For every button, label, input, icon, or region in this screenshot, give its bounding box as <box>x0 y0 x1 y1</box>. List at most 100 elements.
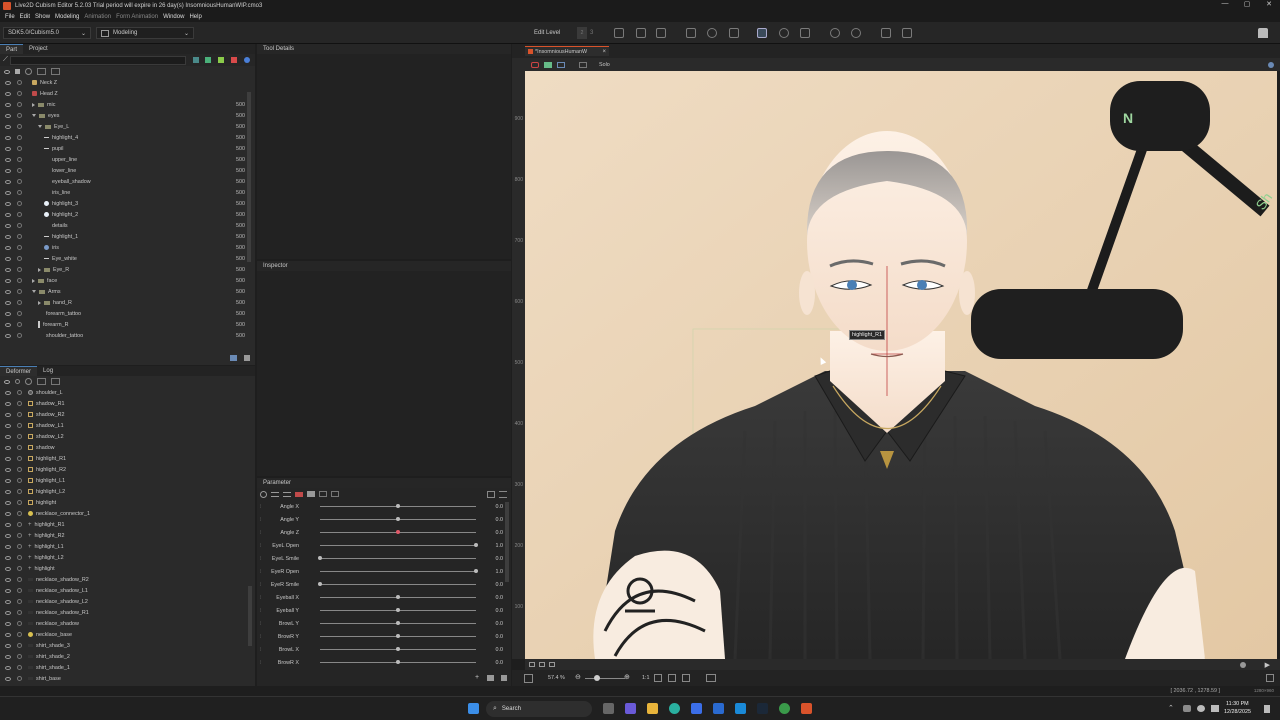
canvas-viewport[interactable]: N Sh highlight_R1 <box>525 71 1277 659</box>
lock-toggle-icon[interactable] <box>17 445 22 450</box>
param-handle-icon[interactable]: ⁞ <box>260 517 262 523</box>
lock-toggle-icon[interactable] <box>17 566 22 571</box>
menu-edit[interactable]: Edit <box>20 14 30 20</box>
lock-toggle-icon[interactable] <box>17 643 22 648</box>
file-explorer-icon[interactable] <box>647 703 658 714</box>
tray-app-icon[interactable] <box>1183 705 1191 712</box>
lock-toggle-icon[interactable] <box>17 256 22 261</box>
visibility-eye-icon[interactable] <box>5 223 11 228</box>
layout-icon[interactable] <box>1266 674 1274 682</box>
visibility-eye-icon[interactable] <box>5 544 11 549</box>
part-row[interactable]: Eye_L 500 <box>0 121 255 132</box>
part-row[interactable]: highlight_3 500 <box>0 198 255 209</box>
fit-icon[interactable] <box>654 674 662 682</box>
checker-icon[interactable] <box>524 674 533 683</box>
lock-toggle-icon[interactable] <box>17 676 22 681</box>
parameter-value[interactable]: 1.0 <box>496 569 504 575</box>
param-handle-icon[interactable]: ⁞ <box>260 569 262 575</box>
fit-width-icon[interactable] <box>668 674 676 682</box>
zoom-in-icon[interactable]: ⊕ <box>624 673 630 681</box>
list-outline-icon[interactable] <box>319 491 327 497</box>
lock-toggle-icon[interactable] <box>17 311 22 316</box>
parameter-slider[interactable] <box>320 584 476 585</box>
visibility-eye-icon[interactable] <box>5 456 11 461</box>
lock-toggle-icon[interactable] <box>17 489 22 494</box>
edge-icon[interactable] <box>669 703 680 714</box>
add-parameter-icon[interactable]: + <box>475 674 479 681</box>
menu-window[interactable]: Window <box>163 14 184 20</box>
deformer-row[interactable]: shadow_R2 <box>0 409 255 420</box>
part-row[interactable]: Head Z <box>0 88 255 99</box>
lock-toggle-icon[interactable] <box>17 135 22 140</box>
parameter-row[interactable]: ⁞ BrowR Y 0.0 <box>257 630 511 643</box>
visibility-eye-icon[interactable] <box>5 522 11 527</box>
parameter-value[interactable]: 0.0 <box>496 634 504 640</box>
part-scrollbar[interactable] <box>247 92 251 262</box>
param-copy-icon[interactable] <box>487 490 495 498</box>
menu-file[interactable]: File <box>5 14 15 20</box>
deformer-row[interactable]: highlight <box>0 497 255 508</box>
visibility-eye-icon[interactable] <box>5 610 11 615</box>
sort-icon[interactable] <box>37 68 46 75</box>
lock-toggle-icon[interactable] <box>17 654 22 659</box>
visibility-eye-icon[interactable] <box>5 478 11 483</box>
menu-form-animation[interactable]: Form Animation <box>116 14 158 20</box>
zoom-out-icon[interactable]: ⊖ <box>575 673 581 681</box>
part-row[interactable]: eyeball_shadow 500 <box>0 176 255 187</box>
lock-toggle-icon[interactable] <box>17 401 22 406</box>
lock-toggle-icon[interactable] <box>17 511 22 516</box>
visibility-eye-icon[interactable] <box>5 102 11 107</box>
screenshot-icon[interactable] <box>539 662 545 667</box>
lock-toggle-icon[interactable] <box>17 390 22 395</box>
deformer-row[interactable]: shirt_shade_1 <box>0 662 255 673</box>
sdk-select[interactable]: SDK5.0/Cubism5.0 ⌄ <box>3 27 91 39</box>
live2d-taskbar-icon[interactable] <box>801 703 812 714</box>
lock-toggle-icon[interactable] <box>17 245 22 250</box>
tree-icon[interactable] <box>51 378 60 385</box>
parameter-slider-knob[interactable] <box>318 582 322 586</box>
parameter-value[interactable]: 0.0 <box>496 504 504 510</box>
visibility-eye-icon[interactable] <box>5 91 11 96</box>
part-row[interactable]: lower_line 500 <box>0 165 255 176</box>
clock-time[interactable]: 11:30 PM <box>1226 701 1249 707</box>
deformer-row[interactable]: shadow_R1 <box>0 398 255 409</box>
mode-select[interactable]: Modeling ⌄ <box>96 27 194 39</box>
visibility-eye-icon[interactable] <box>5 256 11 261</box>
visibility-eye-icon[interactable] <box>5 278 11 283</box>
lock-toggle-icon[interactable] <box>17 267 22 272</box>
lock-toggle-icon[interactable] <box>17 212 22 217</box>
visibility-eye-icon[interactable] <box>5 390 11 395</box>
clock-date[interactable]: 12/28/2025 <box>1224 709 1251 715</box>
filter-icon[interactable] <box>25 68 32 75</box>
visibility-eye-icon[interactable] <box>5 566 11 571</box>
lock-toggle-icon[interactable] <box>17 533 22 538</box>
tab-project[interactable]: Project <box>23 44 54 54</box>
visibility-eye-icon[interactable] <box>5 124 11 129</box>
deformer-scrollbar[interactable] <box>248 586 252 646</box>
play-icon[interactable] <box>260 490 267 498</box>
visibility-eye-icon[interactable] <box>5 643 11 648</box>
visibility-eye-icon[interactable] <box>5 599 11 604</box>
visibility-eye-icon[interactable] <box>5 289 11 294</box>
visibility-eye-icon[interactable] <box>5 168 11 173</box>
expand-arrow-icon[interactable] <box>38 267 41 272</box>
param-handle-icon[interactable]: ⁞ <box>260 608 262 614</box>
parameter-slider-knob[interactable] <box>396 530 400 534</box>
lock-toggle-icon[interactable] <box>17 333 22 338</box>
deformer-row[interactable]: shirt_base <box>0 673 255 684</box>
rotation-target-icon[interactable] <box>851 28 861 38</box>
param-handle-icon[interactable]: ⁞ <box>260 647 262 653</box>
parameter-slider-knob[interactable] <box>474 569 478 573</box>
lock-toggle-icon[interactable] <box>17 300 22 305</box>
lock-toggle-icon[interactable] <box>17 599 22 604</box>
lock-toggle-icon[interactable] <box>17 146 22 151</box>
lock-toggle-icon[interactable] <box>17 522 22 527</box>
deformer-row[interactable]: highlight_R1 <box>0 453 255 464</box>
parameter-row[interactable]: ⁞ Angle Y 0.0 <box>257 513 511 526</box>
settings-dot-icon[interactable] <box>1240 662 1246 668</box>
eyedropper-icon[interactable] <box>881 28 891 38</box>
visibility-eye-icon[interactable] <box>5 577 11 582</box>
brush-select-icon[interactable] <box>800 28 810 38</box>
parameter-slider[interactable] <box>320 558 476 559</box>
visibility-eye-icon[interactable] <box>5 412 11 417</box>
